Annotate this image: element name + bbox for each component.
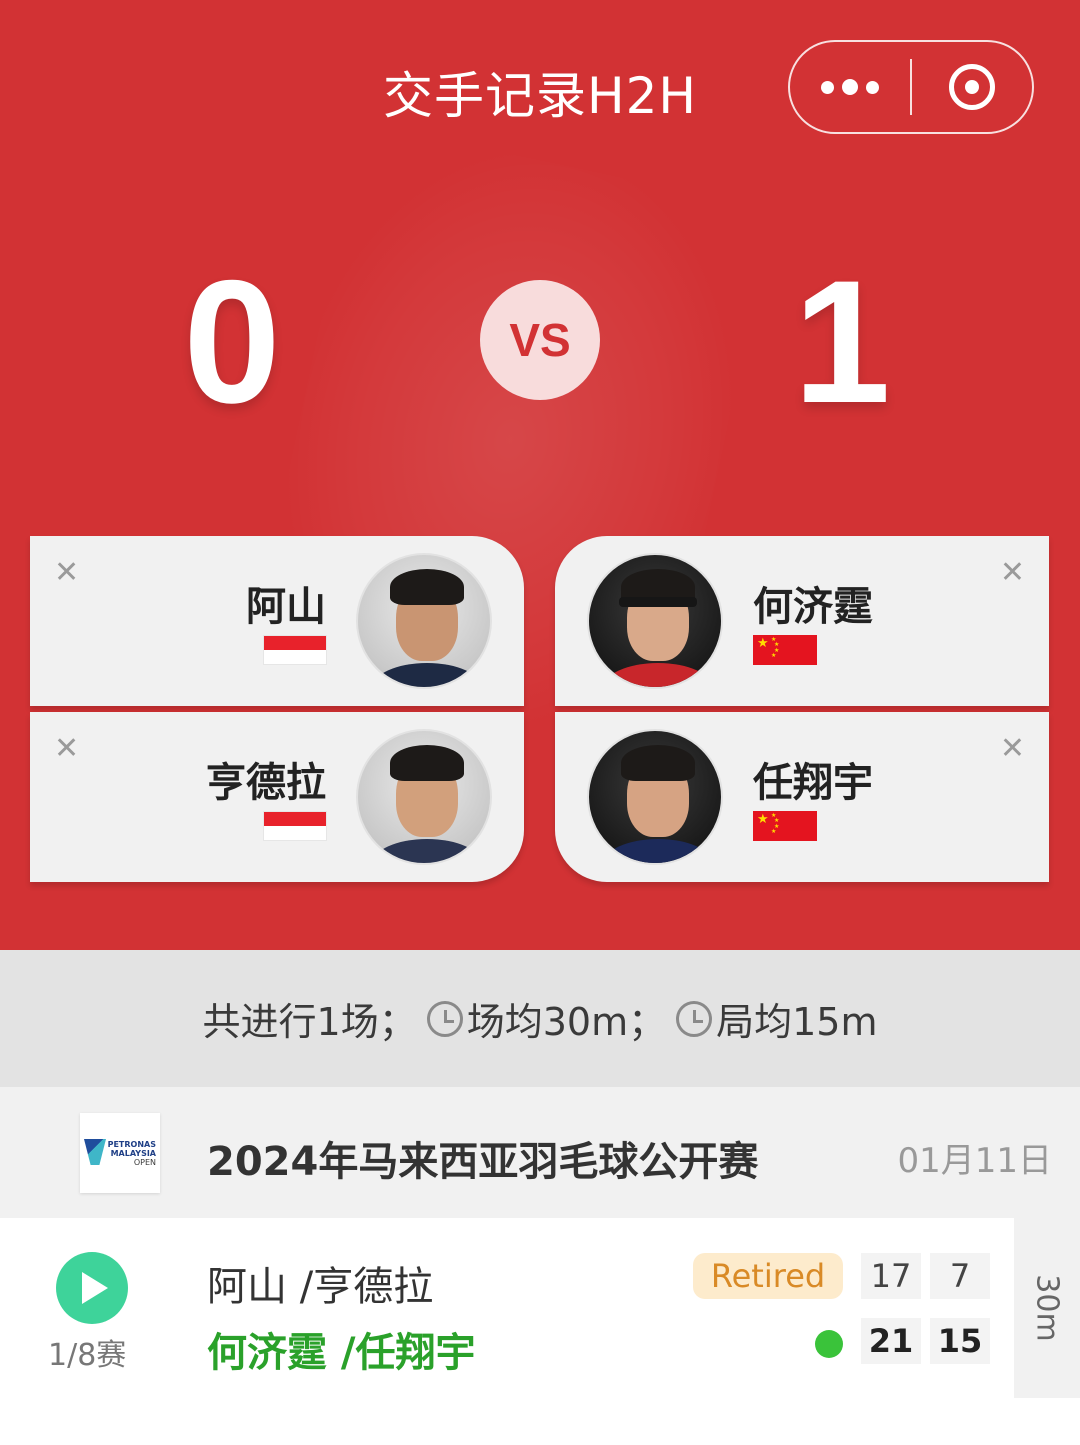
player-avatar xyxy=(356,729,492,865)
logo-text: OPEN xyxy=(133,1157,156,1167)
average-game-duration: 局均15m xyxy=(716,1000,878,1044)
left-team-score: 0 xyxy=(183,245,281,440)
player-name: 何济霆 xyxy=(753,584,873,630)
more-dots-icon[interactable] xyxy=(790,42,910,132)
team-2-game-2-score: 15 xyxy=(930,1318,990,1364)
play-icon[interactable] xyxy=(56,1252,128,1324)
logo-text: MALAYSIA xyxy=(110,1148,156,1158)
logo-text: PETRONAS xyxy=(107,1139,156,1149)
close-icon[interactable]: ✕ xyxy=(54,558,79,588)
average-match-duration: 场均30m； xyxy=(466,1000,667,1044)
shuttlecock-icon xyxy=(84,1139,106,1165)
winner-dot-icon xyxy=(815,1330,843,1358)
clock-icon xyxy=(676,1000,713,1037)
match-duration-strip: 30m xyxy=(1014,1218,1080,1398)
team-1-game-1-score: 17 xyxy=(861,1253,921,1299)
total-matches: 共进行1场； xyxy=(202,1000,417,1044)
close-icon[interactable]: ✕ xyxy=(1000,734,1025,764)
player-avatar xyxy=(356,553,492,689)
player-name: 亨德拉 xyxy=(206,760,326,806)
team-1-names: 阿山 /亨德拉 xyxy=(207,1264,434,1310)
match-row[interactable]: 1/8赛 阿山 /亨德拉 何济霆 /任翔宇 Retired 17 7 21 15 xyxy=(0,1218,1014,1398)
indonesia-flag xyxy=(263,635,327,665)
player-card-right-1[interactable]: ✕ 何济霆 ★ ★ ★ ★ ★ xyxy=(555,536,1049,706)
china-flag: ★ ★ ★ ★ ★ xyxy=(753,635,817,665)
player-card-right-2[interactable]: ✕ 任翔宇 ★ ★ ★ ★ ★ xyxy=(555,712,1049,882)
player-avatar xyxy=(587,553,723,689)
tournament-date: 01月11日 xyxy=(897,1141,1052,1181)
close-icon[interactable]: ✕ xyxy=(54,734,79,764)
status-badge: Retired xyxy=(693,1253,843,1299)
player-card-left-1[interactable]: ✕ 阿山 xyxy=(30,536,524,706)
target-icon[interactable] xyxy=(912,42,1032,132)
player-card-left-2[interactable]: ✕ 亨德拉 xyxy=(30,712,524,882)
china-flag: ★ ★ ★ ★ ★ xyxy=(753,811,817,841)
match-duration: 30m xyxy=(1029,1274,1065,1342)
h2h-header: 交手记录H2H 0 VS 1 ✕ 阿山 ✕ 亨德拉 ✕ 何济霆 ★ ★ ★ ★ … xyxy=(0,0,1080,950)
match-round: 1/8赛 xyxy=(48,1338,127,1373)
team-2-game-1-score: 21 xyxy=(861,1318,921,1364)
tournament-logo: PETRONAS MALAYSIA OPEN xyxy=(80,1113,160,1193)
player-avatar xyxy=(587,729,723,865)
clock-icon xyxy=(426,1000,463,1037)
indonesia-flag xyxy=(263,811,327,841)
summary-bar: 共进行1场； 场均30m； 局均15m xyxy=(0,950,1080,1087)
miniprogram-capsule xyxy=(788,40,1034,134)
close-icon[interactable]: ✕ xyxy=(1000,558,1025,588)
player-name: 任翔宇 xyxy=(753,760,873,806)
right-team-score: 1 xyxy=(793,245,891,440)
tournament-name: 2024年马来西亚羽毛球公开赛 xyxy=(207,1139,759,1185)
vs-badge: VS xyxy=(480,280,600,400)
team-2-names: 何济霆 /任翔宇 xyxy=(207,1330,476,1376)
team-1-game-2-score: 7 xyxy=(930,1253,990,1299)
tournament-row[interactable]: PETRONAS MALAYSIA OPEN 2024年马来西亚羽毛球公开赛 0… xyxy=(0,1087,1080,1218)
player-name: 阿山 xyxy=(246,584,326,630)
